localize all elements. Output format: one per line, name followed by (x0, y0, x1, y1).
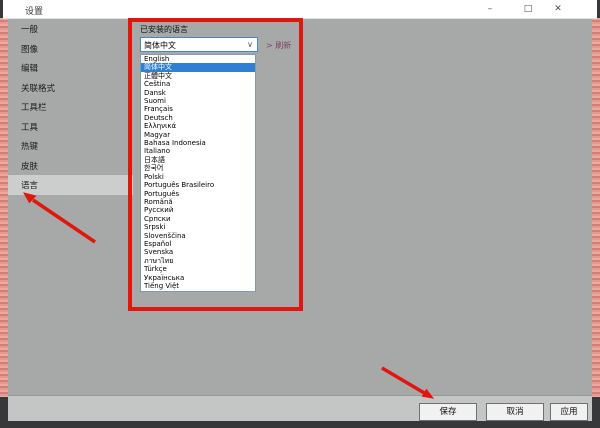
language-option[interactable]: Español (141, 240, 255, 248)
language-option[interactable]: Deutsch (141, 114, 255, 122)
desktop-background-strip-left (0, 18, 8, 397)
language-combobox[interactable]: 简体中文 ∨ (140, 37, 258, 52)
language-option[interactable]: Slovenščina (141, 232, 255, 240)
titlebar[interactable]: 设置 – □ ✕ (3, 0, 597, 19)
chevron-down-icon[interactable]: ∨ (247, 40, 253, 50)
sidebar-item[interactable]: 图像 (8, 39, 133, 59)
close-button[interactable]: ✕ (543, 0, 573, 19)
sidebar-item[interactable]: 关联格式 (8, 78, 133, 98)
language-option[interactable]: 日本語 (141, 156, 255, 164)
language-option[interactable]: Türkçe (141, 265, 255, 273)
sidebar-item[interactable]: 编辑 (8, 58, 133, 78)
language-option[interactable]: Svenska (141, 248, 255, 256)
language-option[interactable]: Italiano (141, 147, 255, 155)
cancel-button[interactable]: 取消 (486, 403, 544, 421)
refresh-link[interactable]: > 刷新 (266, 40, 291, 51)
language-option[interactable]: Srpski (141, 223, 255, 231)
language-option[interactable]: Tiếng Việt (141, 282, 255, 290)
language-option[interactable]: ภาษาไทย (141, 257, 255, 265)
language-option[interactable]: Русский (141, 206, 255, 214)
language-option[interactable]: 简体中文 (141, 63, 255, 72)
sidebar-item[interactable]: 语言 (8, 175, 133, 195)
language-option[interactable]: Čeština (141, 80, 255, 88)
language-option[interactable]: Français (141, 105, 255, 113)
sidebar-item[interactable]: 工具 (8, 117, 133, 137)
settings-sidebar: 一般 图像 编辑 关联格式 工具栏 工具 热键 皮肤 语言 (8, 19, 133, 395)
language-option[interactable]: Polski (141, 173, 255, 181)
settings-dialog: 设置 – □ ✕ 一般 图像 编辑 关联格式 工具栏 工具 热键 皮肤 语言 已… (0, 0, 600, 428)
sidebar-item[interactable]: 一般 (8, 19, 133, 39)
apply-button[interactable]: 应用 (550, 403, 588, 421)
language-combobox-value: 简体中文 (144, 41, 176, 50)
installed-languages-label: 已安装的语言 (140, 25, 188, 34)
language-option[interactable]: 正體中文 (141, 72, 255, 80)
language-option[interactable]: Suomi (141, 97, 255, 105)
desktop-background-strip-right (592, 18, 600, 397)
language-option[interactable]: Українська (141, 274, 255, 282)
sidebar-item[interactable]: 热键 (8, 136, 133, 156)
language-option[interactable]: 한국어 (141, 164, 255, 172)
language-option[interactable]: Magyar (141, 131, 255, 139)
language-option[interactable]: Português Brasileiro (141, 181, 255, 189)
language-option[interactable]: Bahasa Indonesia (141, 139, 255, 147)
settings-content: 一般 图像 编辑 关联格式 工具栏 工具 热键 皮肤 语言 已安装的语言 简体中… (8, 19, 592, 421)
window-title: 设置 (25, 7, 44, 17)
maximize-button[interactable]: □ (513, 0, 543, 19)
minimize-button[interactable]: – (475, 0, 505, 19)
language-option[interactable]: Ελληνικά (141, 122, 255, 130)
language-listbox: English 简体中文 正體中文 Čeština Dansk Suomi Fr… (140, 54, 256, 292)
footer-button-bar: 保存 取消 应用 (8, 395, 592, 421)
sidebar-item[interactable]: 皮肤 (8, 156, 133, 176)
language-option[interactable]: Dansk (141, 89, 255, 97)
language-option[interactable]: Português (141, 190, 255, 198)
language-option[interactable]: Српски (141, 215, 255, 223)
language-option[interactable]: Română (141, 198, 255, 206)
language-option[interactable]: English (141, 55, 255, 63)
save-button[interactable]: 保存 (419, 403, 477, 421)
sidebar-item[interactable]: 工具栏 (8, 97, 133, 117)
